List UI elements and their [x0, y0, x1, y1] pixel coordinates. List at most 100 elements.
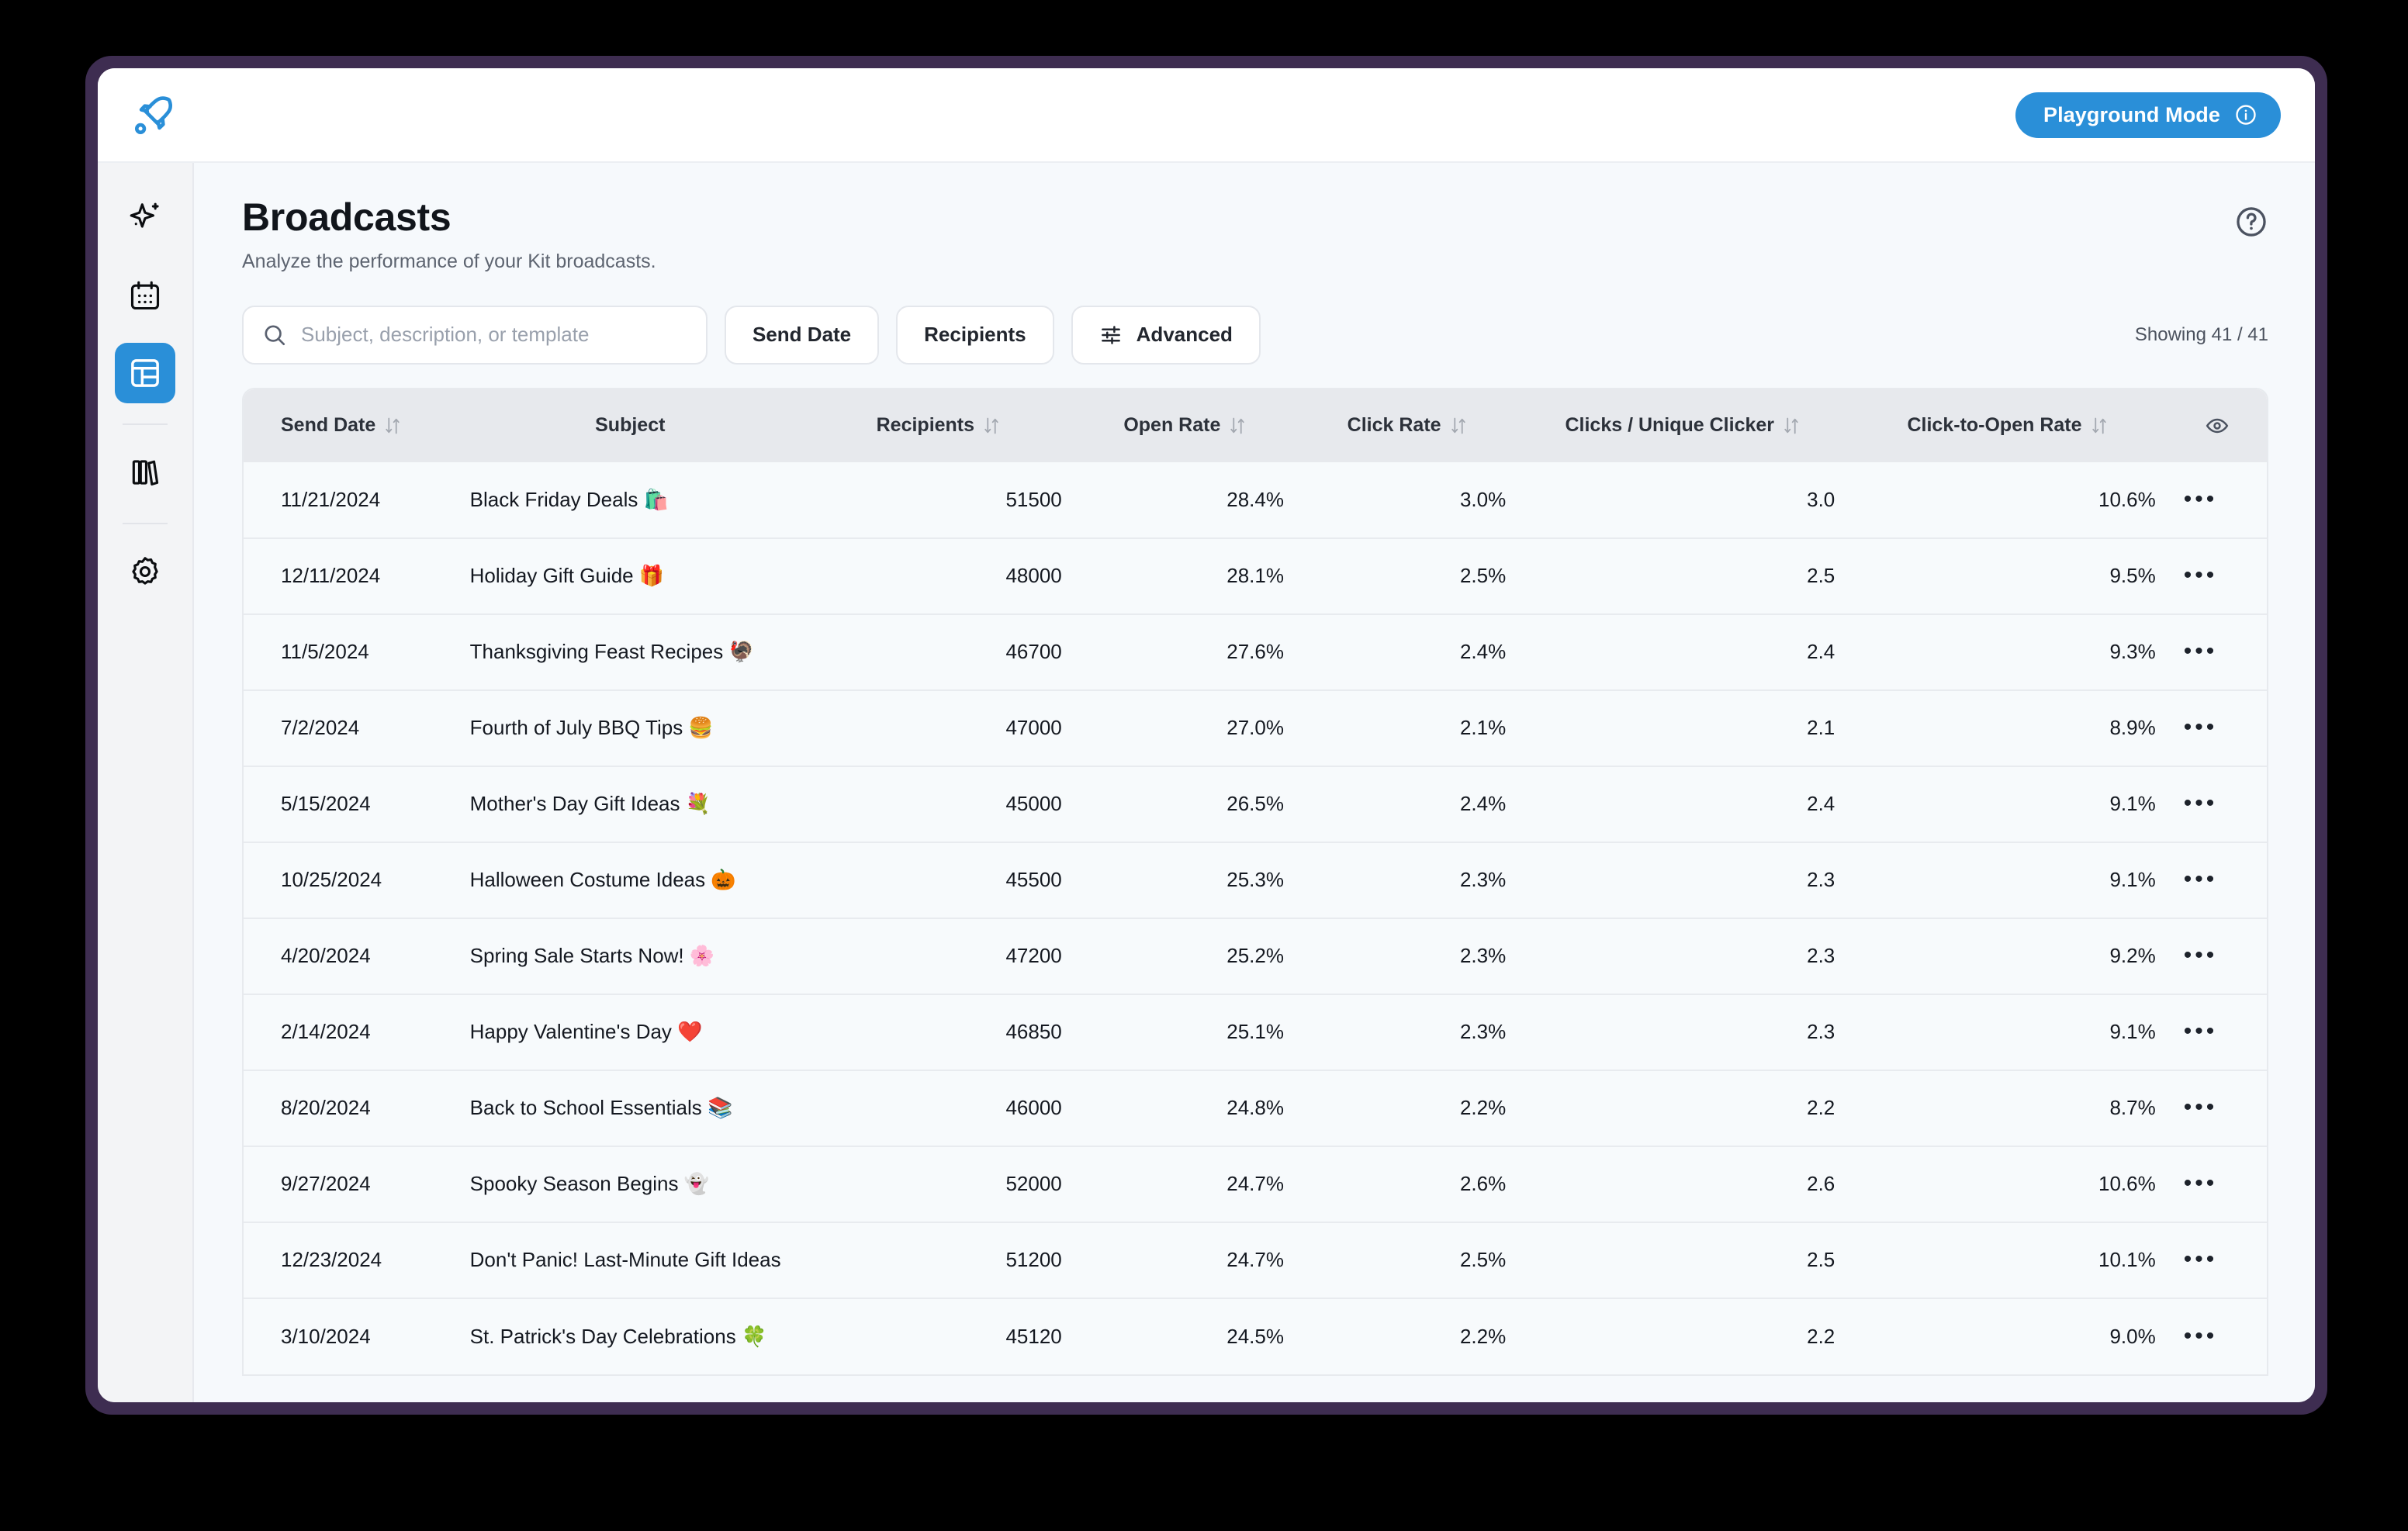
- cell-subject: Mother's Day Gift Ideas 💐: [458, 766, 803, 842]
- sparkles-icon: [128, 201, 162, 235]
- cell-click-rate: 3.0%: [1296, 462, 1518, 538]
- table-row[interactable]: 8/20/2024Back to School Essentials 📚4600…: [244, 1070, 2267, 1146]
- column-header-subject[interactable]: Subject: [458, 389, 803, 462]
- cell-click-rate: 2.6%: [1296, 1146, 1518, 1222]
- table-row[interactable]: 12/11/2024Holiday Gift Guide 🎁4800028.1%…: [244, 538, 2267, 614]
- recipients-filter-label: Recipients: [924, 323, 1026, 347]
- cell-click-rate: 2.2%: [1296, 1298, 1518, 1374]
- cell-row-actions: •••: [2168, 766, 2267, 842]
- search-box[interactable]: [242, 306, 708, 365]
- table-row[interactable]: 2/14/2024Happy Valentine's Day ❤️4685025…: [244, 994, 2267, 1070]
- table-row[interactable]: 11/5/2024Thanksgiving Feast Recipes 🦃467…: [244, 614, 2267, 690]
- cell-click-rate: 2.3%: [1296, 842, 1518, 918]
- cell-subject: Black Friday Deals 🛍️: [458, 462, 803, 538]
- table-header-row: Send Date Subject: [244, 389, 2267, 462]
- cell-subject: Halloween Costume Ideas 🎃: [458, 842, 803, 918]
- cell-send-date: 3/10/2024: [244, 1298, 458, 1374]
- table-row[interactable]: 3/10/2024St. Patrick's Day Celebrations …: [244, 1298, 2267, 1374]
- cell-recipients: 46700: [803, 614, 1074, 690]
- cell-click-to-open-rate: 9.3%: [1847, 614, 2168, 690]
- cell-click-to-open-rate: 9.1%: [1847, 994, 2168, 1070]
- sidebar: [98, 163, 194, 1402]
- row-menu-button[interactable]: •••: [2181, 949, 2218, 962]
- cell-send-date: 12/11/2024: [244, 538, 458, 614]
- cell-open-rate: 24.7%: [1074, 1146, 1296, 1222]
- sort-icon: [383, 416, 402, 436]
- cell-recipients: 47000: [803, 690, 1074, 766]
- cell-click-to-open-rate: 9.1%: [1847, 766, 2168, 842]
- sidebar-item-calendar[interactable]: [115, 265, 175, 326]
- main-content: Broadcasts Analyze the performance of yo…: [194, 163, 2315, 1402]
- row-menu-button[interactable]: •••: [2181, 1101, 2218, 1115]
- column-header-recipients[interactable]: Recipients: [803, 389, 1074, 462]
- sidebar-item-settings[interactable]: [115, 541, 175, 602]
- cell-click-rate: 2.3%: [1296, 994, 1518, 1070]
- sort-icon: [1782, 416, 1801, 436]
- playground-mode-badge[interactable]: Playground Mode: [2015, 92, 2281, 138]
- row-menu-button[interactable]: •••: [2181, 797, 2218, 810]
- cell-clicks-per-unique-clicker: 2.4: [1518, 614, 1847, 690]
- column-header-click-rate[interactable]: Click Rate: [1296, 389, 1518, 462]
- cell-open-rate: 25.1%: [1074, 994, 1296, 1070]
- search-input[interactable]: [301, 323, 687, 347]
- table-row[interactable]: 4/20/2024Spring Sale Starts Now! 🌸472002…: [244, 918, 2267, 994]
- row-menu-button[interactable]: •••: [2181, 1329, 2218, 1343]
- cell-open-rate: 27.0%: [1074, 690, 1296, 766]
- cell-clicks-per-unique-clicker: 2.3: [1518, 842, 1847, 918]
- cell-send-date: 4/20/2024: [244, 918, 458, 994]
- cell-subject: Spooky Season Begins 👻: [458, 1146, 803, 1222]
- sidebar-item-sparkles[interactable]: [115, 188, 175, 248]
- cell-click-to-open-rate: 8.7%: [1847, 1070, 2168, 1146]
- cell-recipients: 47200: [803, 918, 1074, 994]
- cell-click-to-open-rate: 10.6%: [1847, 1146, 2168, 1222]
- info-circle-icon: [2234, 103, 2258, 126]
- send-date-filter-button[interactable]: Send Date: [725, 306, 879, 365]
- row-menu-button[interactable]: •••: [2181, 492, 2218, 506]
- cell-open-rate: 24.8%: [1074, 1070, 1296, 1146]
- question-circle-icon[interactable]: [2234, 205, 2268, 239]
- cell-row-actions: •••: [2168, 690, 2267, 766]
- cell-send-date: 11/5/2024: [244, 614, 458, 690]
- recipients-filter-button[interactable]: Recipients: [896, 306, 1054, 365]
- sidebar-item-broadcasts[interactable]: [115, 343, 175, 403]
- books-icon: [128, 455, 162, 489]
- table-row[interactable]: 12/23/2024Don't Panic! Last-Minute Gift …: [244, 1222, 2267, 1298]
- sidebar-item-library[interactable]: [115, 442, 175, 503]
- cell-send-date: 12/23/2024: [244, 1222, 458, 1298]
- advanced-filter-label: Advanced: [1137, 323, 1233, 347]
- table-row[interactable]: 9/27/2024Spooky Season Begins 👻5200024.7…: [244, 1146, 2267, 1222]
- sidebar-divider-1: [123, 423, 168, 425]
- cell-row-actions: •••: [2168, 1146, 2267, 1222]
- column-header-clicks-per-unique-clicker[interactable]: Clicks / Unique Clicker: [1518, 389, 1847, 462]
- cell-open-rate: 25.2%: [1074, 918, 1296, 994]
- row-menu-button[interactable]: •••: [2181, 873, 2218, 886]
- column-header-visibility[interactable]: [2168, 389, 2267, 462]
- row-menu-button[interactable]: •••: [2181, 721, 2218, 734]
- cell-send-date: 10/25/2024: [244, 842, 458, 918]
- row-menu-button[interactable]: •••: [2181, 569, 2218, 582]
- table-row[interactable]: 5/15/2024Mother's Day Gift Ideas 💐450002…: [244, 766, 2267, 842]
- table-row[interactable]: 10/25/2024Halloween Costume Ideas 🎃45500…: [244, 842, 2267, 918]
- row-menu-button[interactable]: •••: [2181, 645, 2218, 658]
- row-menu-button[interactable]: •••: [2181, 1253, 2218, 1267]
- row-menu-button[interactable]: •••: [2181, 1025, 2218, 1039]
- cell-clicks-per-unique-clicker: 2.3: [1518, 994, 1847, 1070]
- advanced-filter-button[interactable]: Advanced: [1071, 306, 1261, 365]
- cell-subject: Don't Panic! Last-Minute Gift Ideas: [458, 1222, 803, 1298]
- row-menu-button[interactable]: •••: [2181, 1177, 2218, 1191]
- cell-clicks-per-unique-clicker: 3.0: [1518, 462, 1847, 538]
- sort-icon: [2090, 416, 2109, 436]
- playground-mode-label: Playground Mode: [2043, 103, 2220, 127]
- body-split: Broadcasts Analyze the performance of yo…: [98, 163, 2315, 1402]
- column-header-open-rate[interactable]: Open Rate: [1074, 389, 1296, 462]
- column-header-click-to-open-rate[interactable]: Click-to-Open Rate: [1847, 389, 2168, 462]
- sliders-icon: [1099, 323, 1123, 347]
- cell-click-to-open-rate: 9.1%: [1847, 842, 2168, 918]
- table-row[interactable]: 11/21/2024Black Friday Deals 🛍️5150028.4…: [244, 462, 2267, 538]
- rocket-icon[interactable]: [132, 92, 177, 137]
- cell-send-date: 8/20/2024: [244, 1070, 458, 1146]
- cell-open-rate: 26.5%: [1074, 766, 1296, 842]
- table-row[interactable]: 7/2/2024Fourth of July BBQ Tips 🍔4700027…: [244, 690, 2267, 766]
- column-header-send-date[interactable]: Send Date: [244, 389, 458, 462]
- cell-recipients: 46000: [803, 1070, 1074, 1146]
